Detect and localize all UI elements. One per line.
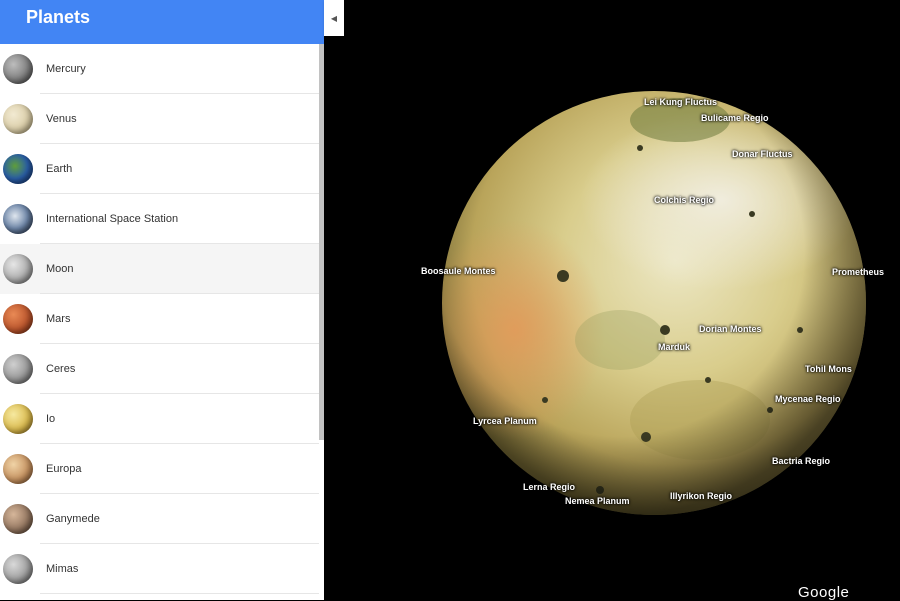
feature-label[interactable]: Prometheus bbox=[832, 267, 884, 277]
planet-list: Mercury Venus Earth International Space … bbox=[0, 44, 319, 594]
moon-thumbnail-icon bbox=[3, 254, 33, 284]
mimas-thumbnail-icon bbox=[3, 554, 33, 584]
planet-label: International Space Station bbox=[46, 213, 179, 225]
planet-label: Mars bbox=[46, 313, 71, 325]
sidebar-scrollbar[interactable] bbox=[319, 44, 324, 440]
feature-label[interactable]: Lyrcea Planum bbox=[473, 416, 537, 426]
venus-thumbnail-icon bbox=[3, 104, 33, 134]
feature-label[interactable]: Dorian Montes bbox=[699, 324, 762, 334]
planet-item-moon[interactable]: Moon bbox=[0, 244, 319, 294]
planet-item-earth[interactable]: Earth bbox=[0, 144, 319, 194]
sidebar-header: Planets bbox=[0, 0, 324, 44]
planet-item-mercury[interactable]: Mercury bbox=[0, 44, 319, 94]
planet-item-europa[interactable]: Europa bbox=[0, 444, 319, 494]
divider bbox=[40, 593, 319, 594]
planet-item-ganymede[interactable]: Ganymede bbox=[0, 494, 319, 544]
planet-item-venus[interactable]: Venus bbox=[0, 94, 319, 144]
feature-label[interactable]: Bactria Regio bbox=[772, 456, 830, 466]
planet-label: Ganymede bbox=[46, 513, 100, 525]
sidebar-title: Planets bbox=[26, 7, 91, 27]
collapse-sidebar-button[interactable]: ◀ bbox=[324, 0, 344, 36]
planet-item-ceres[interactable]: Ceres bbox=[0, 344, 319, 394]
planets-sidebar: Planets Mercury Venus Earth Internationa… bbox=[0, 0, 324, 600]
feature-label[interactable]: Boosaule Montes bbox=[421, 266, 496, 276]
planet-item-iss[interactable]: International Space Station bbox=[0, 194, 319, 244]
earth-thumbnail-icon bbox=[3, 154, 33, 184]
io-thumbnail-icon bbox=[3, 404, 33, 434]
planet-item-io[interactable]: Io bbox=[0, 394, 319, 444]
planet-label: Io bbox=[46, 413, 56, 425]
feature-label[interactable]: Mycenae Regio bbox=[775, 394, 841, 404]
planet-item-mars[interactable]: Mars bbox=[0, 294, 319, 344]
feature-label[interactable]: Donar Fluctus bbox=[732, 149, 793, 159]
feature-label[interactable]: Lei Kung Fluctus bbox=[644, 97, 717, 107]
planet-label: Ceres bbox=[46, 363, 76, 375]
ganymede-thumbnail-icon bbox=[3, 504, 33, 534]
google-logo: Google bbox=[798, 584, 850, 601]
planet-label: Mercury bbox=[46, 63, 86, 75]
mercury-thumbnail-icon bbox=[3, 54, 33, 84]
planet-label: Earth bbox=[46, 163, 73, 175]
feature-label[interactable]: Lerna Regio bbox=[523, 482, 575, 492]
planet-label: Europa bbox=[46, 463, 82, 475]
feature-label[interactable]: Tohil Mons bbox=[805, 364, 852, 374]
feature-label[interactable]: Colchis Regio bbox=[654, 195, 714, 205]
planet-label: Venus bbox=[46, 113, 77, 125]
ceres-thumbnail-icon bbox=[3, 354, 33, 384]
feature-label[interactable]: Bulicame Regio bbox=[701, 113, 769, 123]
chevron-left-icon: ◀ bbox=[330, 13, 338, 23]
mars-thumbnail-icon bbox=[3, 304, 33, 334]
iss-thumbnail-icon bbox=[3, 204, 33, 234]
europa-thumbnail-icon bbox=[3, 454, 33, 484]
feature-label[interactable]: Illyrikon Regio bbox=[670, 491, 732, 501]
feature-label[interactable]: Marduk bbox=[658, 342, 690, 352]
feature-label[interactable]: Nemea Planum bbox=[565, 496, 630, 506]
planet-item-mimas[interactable]: Mimas bbox=[0, 544, 319, 594]
planet-label: Moon bbox=[46, 263, 74, 275]
planet-label: Mimas bbox=[46, 563, 79, 575]
